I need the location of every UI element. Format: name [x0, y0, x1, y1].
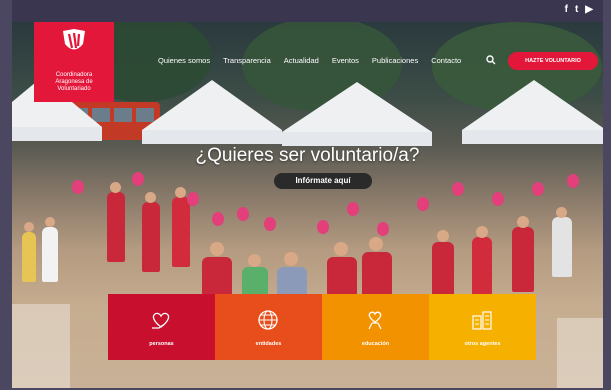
- tent-base: [142, 130, 282, 144]
- nav-item-quienes-somos[interactable]: Quienes somos: [158, 56, 210, 66]
- crowd-image: [12, 172, 603, 327]
- tent-image: [142, 80, 282, 130]
- volunteer-cta-button[interactable]: HAZTE VOLUNTARIO: [508, 52, 598, 70]
- tile-entidades[interactable]: entidades: [215, 294, 322, 360]
- logo-text-line1: Coordinadora: [55, 72, 93, 78]
- buildings-icon: [472, 311, 492, 330]
- tile-label: otros agentes: [464, 341, 501, 347]
- sign-decoration: [12, 304, 70, 388]
- site-logo[interactable]: Coordinadora Aragonesa de Voluntariado: [34, 22, 114, 102]
- nav-item-actualidad[interactable]: Actualidad: [284, 56, 319, 66]
- globe-icon: [258, 310, 278, 330]
- tile-label: educación: [361, 341, 390, 347]
- logo-text-line2: Aragonesa de: [55, 79, 93, 85]
- tent-image: [282, 82, 432, 132]
- nav-item-transparencia[interactable]: Transparencia: [223, 56, 271, 66]
- hero-title: ¿Quieres ser voluntario/a?: [195, 145, 420, 166]
- handshake-icon: [368, 311, 382, 330]
- youtube-icon[interactable]: ▶: [585, 4, 593, 16]
- tile-personas[interactable]: personas: [108, 294, 215, 360]
- tent-base: [462, 130, 603, 144]
- logo-emblem-icon: [63, 29, 85, 50]
- social-links: f t ▶: [565, 4, 593, 16]
- tent-image: [462, 80, 603, 130]
- nav-item-publicaciones[interactable]: Publicaciones: [372, 56, 418, 66]
- top-social-bar: f t ▶: [12, 0, 603, 22]
- tile-label: personas: [149, 341, 174, 347]
- category-tiles: personas entidades educación otros agent…: [108, 294, 536, 360]
- main-nav: Quienes somos Transparencia Actualidad E…: [158, 56, 461, 66]
- logo-text-line3: Voluntariado: [57, 86, 91, 92]
- tile-label: entidades: [255, 341, 282, 347]
- tile-otros-agentes[interactable]: otros agentes: [429, 294, 536, 360]
- tile-educacion[interactable]: educación: [322, 294, 429, 360]
- sign-decoration: [557, 318, 603, 388]
- facebook-icon[interactable]: f: [565, 4, 568, 16]
- search-icon[interactable]: [486, 55, 496, 65]
- twitter-icon[interactable]: t: [575, 4, 578, 16]
- hero-section: Coordinadora Aragonesa de Voluntariado Q…: [12, 22, 603, 388]
- info-button[interactable]: Infórmate aquí: [274, 173, 372, 189]
- tent-base: [12, 127, 102, 141]
- nav-item-contacto[interactable]: Contacto: [431, 56, 461, 66]
- nav-item-eventos[interactable]: Eventos: [332, 56, 359, 66]
- heart-hand-icon: [152, 312, 170, 329]
